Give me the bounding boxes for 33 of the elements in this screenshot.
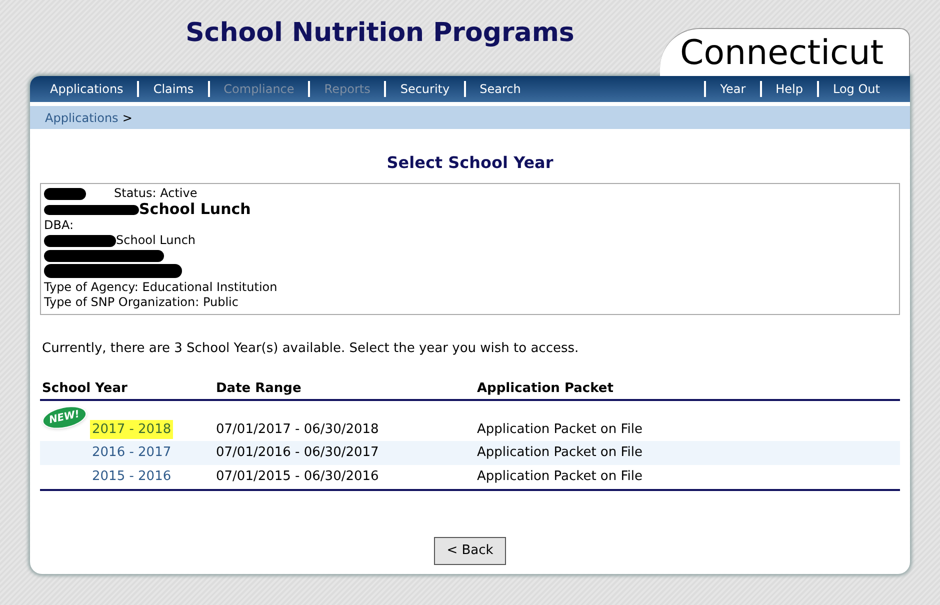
date-range-cell-text: 07/01/2016 - 06/30/2017 — [216, 444, 380, 462]
date-range-cell-text: 07/01/2015 - 06/30/2016 — [216, 468, 380, 486]
school-year-link[interactable]: 2017 - 2018 — [90, 420, 174, 439]
nav-link[interactable]: Log Out — [818, 80, 894, 98]
nav-link[interactable]: Security — [386, 80, 464, 98]
status-text: Status: Active — [114, 186, 198, 201]
redaction-mark — [44, 234, 116, 246]
back-button[interactable]: < Back — [434, 537, 506, 564]
date-range-cell-text: 07/01/2017 - 06/30/2018 — [216, 420, 380, 438]
info-message: Currently, there are 3 School Year(s) available. Select the year you wish to access. — [42, 340, 580, 358]
nav-link[interactable]: Help — [762, 80, 817, 98]
packet-cell-text: Application Packet on File — [477, 420, 644, 438]
nav-link[interactable]: Claims — [139, 80, 208, 98]
sponsor-name: School Lunch — [139, 201, 251, 218]
site-title: School Nutrition Programs — [184, 17, 576, 50]
school-year-link[interactable]: 2016 - 2017 — [90, 442, 174, 462]
nav-link[interactable]: Search — [466, 80, 535, 98]
page-heading: Select School Year — [386, 152, 554, 174]
packet-cell-text: Application Packet on File — [477, 444, 644, 462]
organization-type: Type of SNP Organization: Public — [44, 295, 240, 310]
column-header: Date Range — [216, 380, 302, 398]
breadcrumb-link[interactable]: Applications — [45, 108, 118, 126]
nav-link[interactable]: Year — [706, 80, 760, 98]
packet-cell-text: Application Packet on File — [477, 468, 644, 486]
nav-link[interactable]: Applications — [36, 80, 138, 98]
redaction-mark — [44, 188, 86, 200]
school-year-link[interactable]: 2015 - 2016 — [90, 466, 174, 486]
dba-label: DBA: — [44, 218, 75, 233]
column-header: School Year — [42, 380, 128, 398]
column-header: Application Packet — [477, 380, 614, 398]
agency-type: Type of Agency: Educational Institution — [44, 280, 278, 295]
breadcrumb-separator: > — [122, 110, 132, 126]
dba-name: School Lunch — [116, 233, 196, 248]
